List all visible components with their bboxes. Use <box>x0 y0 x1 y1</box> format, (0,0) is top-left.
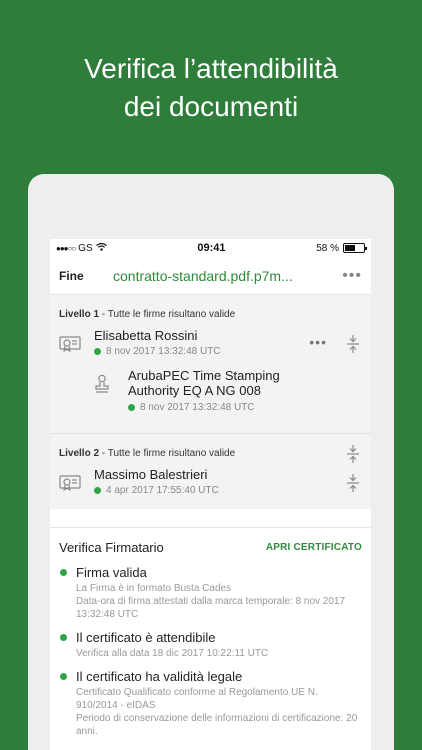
nav-bar: Fine contratto-standard.pdf.p7m... ••• <box>50 257 371 295</box>
stamp-icon <box>94 374 110 399</box>
battery-percent: 58 % <box>316 242 339 254</box>
status-bar: ●●●○○ GS 09:41 58 % <box>50 239 371 257</box>
row-more-button[interactable]: ••• <box>309 334 327 350</box>
certificate-icon <box>59 475 81 496</box>
signer-name: Elisabetta Rossini <box>94 328 198 343</box>
signal-icon: ●●●○○ <box>56 243 76 253</box>
level-1-title: Livello 1 <box>59 309 100 320</box>
level-1-header: Livello 1 - Tutte le firme risultano val… <box>50 295 371 326</box>
collapse-icon[interactable] <box>345 334 361 359</box>
valid-dot-icon <box>128 404 135 411</box>
check-title: Il certificato ha validità legale <box>76 669 243 684</box>
file-name-title: contratto-standard.pdf.p7m... <box>113 267 293 284</box>
valid-dot-icon <box>60 569 67 576</box>
signer-date-text: 8 nov 2017 13:32:48 UTC <box>106 346 221 357</box>
level-2-title: Livello 2 <box>59 448 100 459</box>
phone-screen: ●●●○○ GS 09:41 58 % Fine contratto-stand… <box>50 239 371 750</box>
check-description: Verifica alla data 18 dic 2017 10:22:11 … <box>76 648 269 659</box>
check-item: Il certificato ha validità legale Certif… <box>59 669 362 738</box>
level-2-header: Livello 2 - Tutte le firme risultano val… <box>50 434 371 465</box>
check-description: Certificato Qualificato conforme al Rego… <box>76 687 358 737</box>
timestamp-authority-name: ArubaPEC Time Stamping Authority EQ A NG… <box>128 368 280 398</box>
more-options-button[interactable]: ••• <box>336 267 362 285</box>
collapse-icon[interactable] <box>345 473 361 498</box>
signer-name: Massimo Balestrieri <box>94 467 208 482</box>
valid-dot-icon <box>94 487 101 494</box>
timestamp-row[interactable]: ArubaPEC Time Stamping Authority EQ A NG… <box>50 368 371 420</box>
done-button[interactable]: Fine <box>59 269 113 283</box>
check-description: La Firma è in formato Busta Cades Data-o… <box>76 583 346 620</box>
certificate-icon <box>59 336 81 357</box>
open-certificate-button[interactable]: APRI CERTIFICATO <box>266 542 362 553</box>
clock: 09:41 <box>197 242 226 254</box>
valid-dot-icon <box>60 634 67 641</box>
valid-dot-icon <box>94 348 101 355</box>
signer-date: 8 nov 2017 13:32:48 UTC <box>94 346 221 357</box>
timestamp-date: 8 nov 2017 13:32:48 UTC <box>128 402 255 413</box>
signer-verification-card: Verifica Firmatario APRI CERTIFICATO Fir… <box>50 527 371 747</box>
battery-fill <box>345 245 355 251</box>
level-2-header-row: Livello 2 - Tutte le firme risultano val… <box>50 434 371 465</box>
valid-dot-icon <box>60 673 67 680</box>
battery-icon <box>343 243 367 253</box>
level-divider <box>50 420 371 434</box>
level-1-subtitle: - Tutte le firme risultano valide <box>99 309 236 320</box>
card-title: Verifica Firmatario <box>59 540 164 555</box>
carrier-name: GS <box>78 242 93 254</box>
check-title: Il certificato è attendibile <box>76 630 216 645</box>
signer-row[interactable]: Massimo Balestrieri 4 apr 2017 17:55:40 … <box>50 465 371 509</box>
headline-line-1: Verifica l’attendibilità <box>84 53 338 84</box>
signature-levels: Livello 1 - Tutte le firme risultano val… <box>50 295 371 509</box>
level-2-subtitle: - Tutte le firme risultano valide <box>99 448 236 459</box>
headline-line-2: dei documenti <box>123 91 299 122</box>
check-title: Firma valida <box>76 565 147 580</box>
signer-date: 4 apr 2017 17:55:40 UTC <box>94 485 219 496</box>
signer-date-text: 4 apr 2017 17:55:40 UTC <box>106 485 219 496</box>
check-item: Il certificato è attendibile Verifica al… <box>59 630 362 660</box>
timestamp-date-text: 8 nov 2017 13:32:48 UTC <box>140 402 255 413</box>
check-item: Firma valida La Firma è in formato Busta… <box>59 565 362 621</box>
headline: Verifica l’attendibilità dei documenti <box>0 50 422 126</box>
wifi-icon <box>95 242 107 254</box>
signer-row[interactable]: Elisabetta Rossini 8 nov 2017 13:32:48 U… <box>50 326 371 362</box>
